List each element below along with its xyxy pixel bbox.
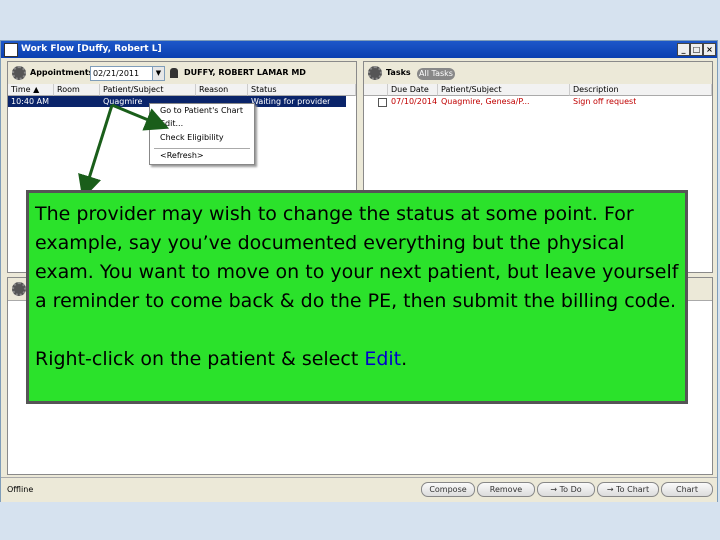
appointments-label: Appointments <box>30 68 94 77</box>
col-description[interactable]: Description <box>570 84 712 96</box>
task-row[interactable]: 07/10/2014 Quagmire, Genesa/P... Sign of… <box>364 96 712 107</box>
context-menu: Go to Patient's Chart Edit... Check Elig… <box>149 103 255 165</box>
date-field[interactable]: 02/21/2011 <box>90 66 154 81</box>
to-do-button[interactable]: → To Do <box>537 482 595 497</box>
col-room[interactable]: Room <box>54 84 100 96</box>
menu-item-edit[interactable]: Edit... <box>160 119 183 128</box>
minimize-button[interactable]: _ <box>677 43 690 56</box>
maximize-button[interactable]: □ <box>690 43 703 56</box>
col-status[interactable]: Status <box>248 84 356 96</box>
status-bar: Offline Compose Remove → To Do → To Char… <box>1 477 717 502</box>
task-description: Sign off request <box>573 97 637 106</box>
provider-name: DUFFY, ROBERT LAMAR MD <box>184 68 306 77</box>
gear-icon[interactable] <box>12 282 26 296</box>
appointments-toolbar: Appointments 02/21/2011 ▼ DUFFY, ROBERT … <box>8 62 356 85</box>
window-title: Work Flow [Duffy, Robert L] <box>21 44 162 54</box>
col-time[interactable]: Time ▲ <box>8 84 54 96</box>
close-button[interactable]: × <box>703 43 716 56</box>
status-text: Offline <box>7 485 34 494</box>
menu-item-check-eligibility[interactable]: Check Eligibility <box>160 133 224 142</box>
all-tasks-filter[interactable]: All Tasks <box>417 68 455 80</box>
gear-icon[interactable] <box>368 66 382 80</box>
col-task-patient[interactable]: Patient/Subject <box>438 84 570 96</box>
col-due-date[interactable]: Due Date <box>388 84 438 96</box>
edit-highlight: Edit <box>364 348 402 370</box>
compose-button[interactable]: Compose <box>421 482 475 497</box>
col-patient[interactable]: Patient/Subject <box>100 84 196 96</box>
task-due-date: 07/10/2014 <box>391 97 438 106</box>
col-reason[interactable]: Reason <box>196 84 248 96</box>
menu-item-go-to-chart[interactable]: Go to Patient's Chart <box>160 106 243 115</box>
chevron-down-icon[interactable]: ▼ <box>152 66 165 81</box>
menu-item-refresh[interactable]: <Refresh> <box>160 151 204 160</box>
col-icons[interactable] <box>364 84 388 96</box>
chart-button[interactable]: Chart <box>661 482 713 497</box>
task-patient: Quagmire, Genesa/P... <box>441 97 530 106</box>
row-status: Waiting for provider <box>251 97 331 106</box>
gear-icon[interactable] <box>12 66 26 80</box>
callout-paragraph-2: Right-click on the patient & select Edit… <box>35 348 408 370</box>
callout-paragraph-1: The provider may wish to change the stat… <box>35 203 679 312</box>
to-chart-button[interactable]: → To Chart <box>597 482 659 497</box>
row-patient: Quagmire <box>103 97 143 106</box>
menu-separator <box>154 148 250 149</box>
row-time: 10:40 AM <box>11 97 49 106</box>
provider-icon <box>170 68 178 78</box>
task-checkbox[interactable] <box>378 98 387 107</box>
app-icon <box>4 43 18 57</box>
instruction-callout: The provider may wish to change the stat… <box>26 190 688 404</box>
tasks-label: Tasks <box>386 68 411 77</box>
remove-button[interactable]: Remove <box>477 482 535 497</box>
title-bar: Work Flow [Duffy, Robert L] _ □ × <box>1 41 717 58</box>
